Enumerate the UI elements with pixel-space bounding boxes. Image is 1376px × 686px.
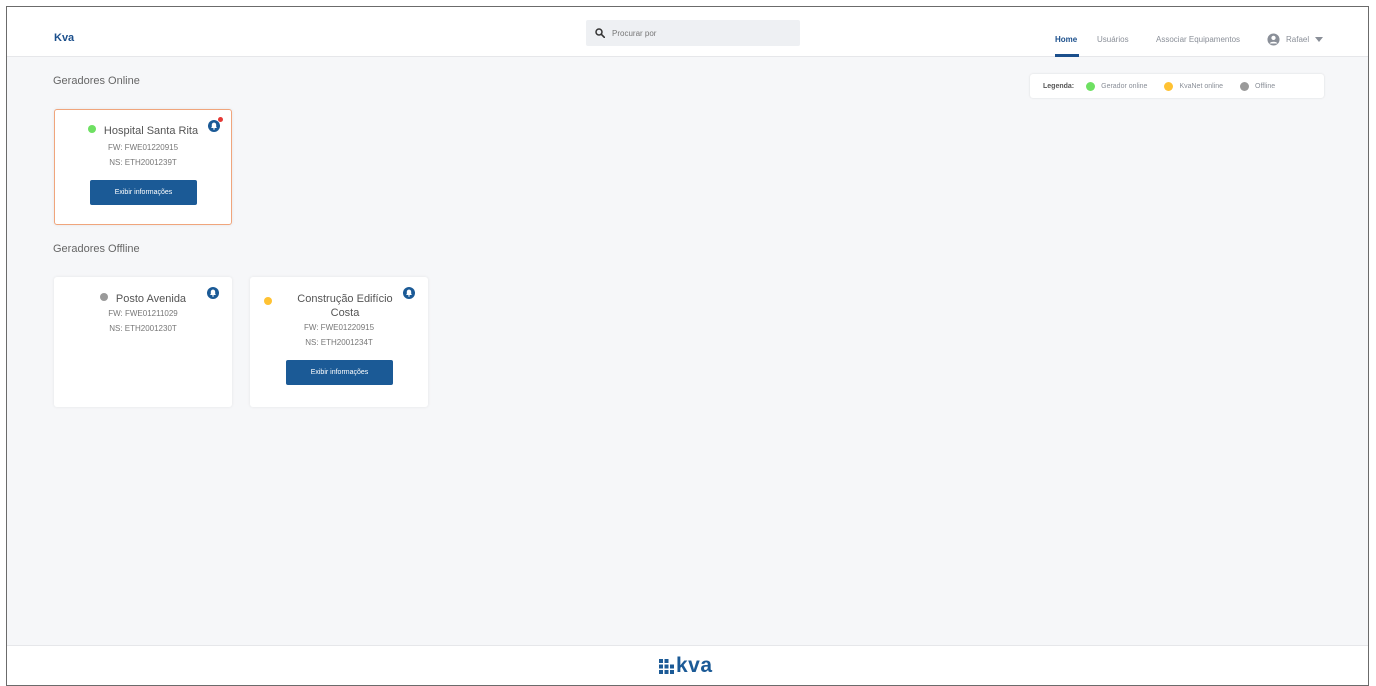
status-dot-icon — [1086, 81, 1096, 91]
brand-link[interactable]: Kva — [54, 32, 74, 44]
status-legend: Legenda: Gerador online KvaNet online Of… — [1030, 74, 1324, 98]
firmware-text: FW: FWE01220915 — [303, 323, 375, 332]
card-title: Posto Avenida — [54, 293, 232, 305]
legend-item-label: Gerador online — [1101, 82, 1148, 90]
generator-name: Hospital Santa Rita — [103, 125, 199, 137]
legend-item-label: KvaNet online — [1179, 82, 1224, 90]
notification-badge — [218, 117, 223, 122]
generator-card-hospital-santa-rita: Hospital Santa Rita FW: FWE01220915 NS: … — [54, 109, 232, 225]
bell-icon[interactable] — [403, 287, 415, 299]
footer: kva — [7, 645, 1368, 685]
serial-number-text: NS: ETH2001234T — [305, 338, 373, 347]
nav-usuarios[interactable]: Usuários — [1097, 35, 1129, 44]
bell-icon[interactable] — [208, 120, 220, 132]
search-icon — [595, 28, 605, 38]
bell-icon[interactable] — [207, 287, 219, 299]
firmware-text: FW: FWE01220915 — [107, 143, 179, 152]
section-title-online: Geradores Online — [53, 75, 140, 87]
legend-item-kvanet-online: KvaNet online — [1164, 81, 1224, 91]
legend-item-label: Offline — [1255, 82, 1276, 90]
search-input[interactable] — [612, 28, 782, 38]
kva-logo: kva — [659, 654, 713, 677]
status-dot-icon — [87, 125, 96, 133]
section-title-offline: Geradores Offline — [53, 243, 140, 255]
legend-item-gerador-online: Gerador online — [1086, 81, 1148, 91]
user-avatar-icon — [1267, 33, 1280, 46]
top-navbar: Kva Home Usuários Associar Equipamentos … — [7, 7, 1368, 57]
serial-number-text: NS: ETH2001239T — [109, 158, 177, 167]
status-dot-icon — [1240, 81, 1250, 91]
serial-number-text: NS: ETH2001230T — [109, 324, 177, 333]
kva-logo-grid-icon — [659, 658, 674, 674]
firmware-text: FW: FWE01211029 — [108, 309, 178, 318]
generator-card-construcao-edificio-costa: Construção Edifício Costa FW: FWE0122091… — [250, 277, 428, 407]
generator-name-line2: Costa — [330, 307, 360, 319]
status-dot-icon — [1164, 81, 1174, 91]
generator-card-posto-avenida: Posto Avenida FW: FWE01211029 NS: ETH200… — [54, 277, 232, 407]
show-info-button[interactable]: Exibir informações — [286, 360, 393, 385]
nav-home-underline — [1055, 54, 1079, 57]
search-box[interactable] — [586, 20, 800, 46]
kva-logo-text: kva — [676, 654, 713, 677]
app-window: Kva Home Usuários Associar Equipamentos … — [6, 6, 1369, 686]
show-info-button[interactable]: Exibir informações — [90, 180, 197, 205]
nav-associar-equipamentos[interactable]: Associar Equipamentos — [1156, 35, 1240, 44]
legend-item-offline: Offline — [1240, 81, 1276, 91]
card-title: Hospital Santa Rita — [55, 125, 231, 137]
status-dot-icon — [99, 293, 108, 301]
generator-name: Posto Avenida — [115, 293, 187, 305]
user-name: Rafael — [1286, 35, 1310, 44]
chevron-down-icon — [1315, 36, 1324, 42]
nav-home[interactable]: Home — [1055, 35, 1077, 44]
legend-label: Legenda: — [1043, 82, 1075, 90]
user-menu[interactable]: Rafael — [1267, 33, 1324, 46]
